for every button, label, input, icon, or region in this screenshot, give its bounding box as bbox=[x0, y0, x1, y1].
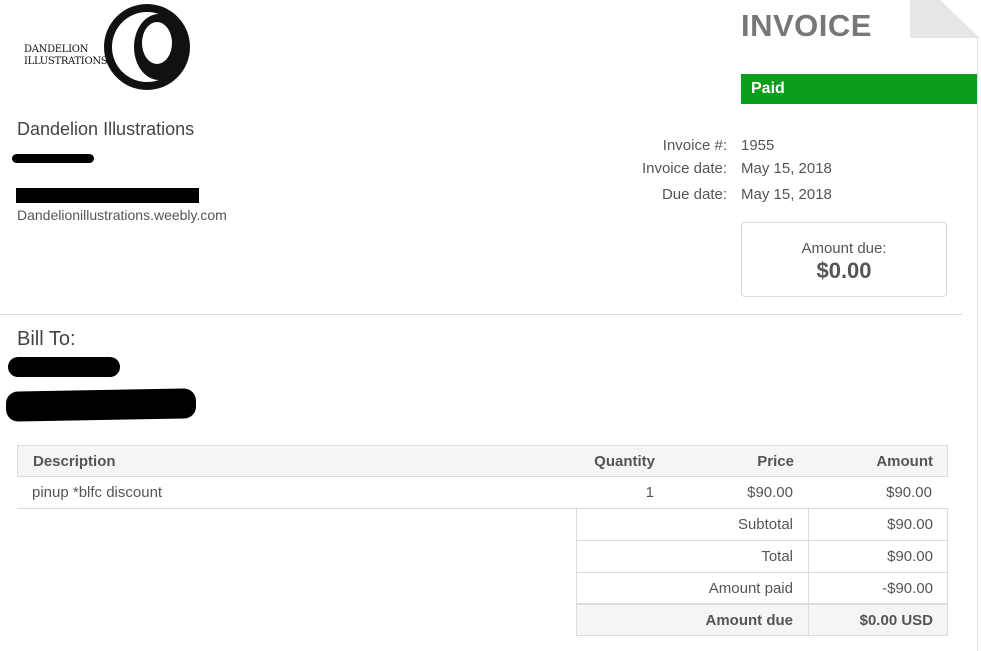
company-logo: DANDELION ILLUSTRATIONS bbox=[22, 4, 192, 90]
item-amount: $90.00 bbox=[886, 484, 932, 501]
item-description: pinup *blfc discount bbox=[32, 484, 163, 501]
invoice-number-value: 1955 bbox=[741, 137, 775, 154]
amount-paid-value: -$90.00 bbox=[882, 580, 933, 597]
total-value: $90.00 bbox=[887, 548, 933, 565]
column-header-amount: Amount bbox=[876, 453, 933, 470]
redaction-mark bbox=[5, 388, 197, 422]
amount-due-value: $0.00 bbox=[816, 258, 872, 283]
final-amount-due-label: Amount due bbox=[705, 612, 794, 629]
logo-text-line1: DANDELION bbox=[24, 44, 89, 55]
bill-to-label: Bill To: bbox=[17, 328, 76, 350]
final-amount-due-value: $0.00 USD bbox=[859, 612, 933, 629]
page-edge bbox=[977, 38, 978, 651]
due-date-label: Due date: bbox=[661, 186, 727, 203]
summary-row-amount-due: Amount due $0.00 USD bbox=[576, 604, 948, 636]
summary-row-total: Total $90.00 bbox=[576, 541, 948, 573]
summary-row-subtotal: Subtotal $90.00 bbox=[576, 509, 948, 541]
column-header-description: Description bbox=[33, 453, 116, 470]
table-row: pinup *blfc discount 1 $90.00 $90.00 bbox=[17, 477, 948, 509]
item-quantity: 1 bbox=[645, 484, 654, 501]
due-date-value: May 15, 2018 bbox=[741, 186, 832, 203]
invoice-date-label: Invoice date: bbox=[641, 160, 727, 177]
subtotal-value: $90.00 bbox=[887, 516, 933, 533]
paid-status-badge: Paid bbox=[741, 74, 977, 104]
logo-text-line2: ILLUSTRATIONS bbox=[24, 56, 108, 67]
column-header-price: Price bbox=[757, 453, 794, 470]
item-price: $90.00 bbox=[747, 484, 793, 501]
lion-emblem-icon bbox=[104, 4, 190, 90]
column-header-quantity: Quantity bbox=[594, 453, 655, 470]
summary-row-amount-paid: Amount paid -$90.00 bbox=[576, 573, 948, 604]
total-label: Total bbox=[761, 548, 793, 565]
company-website: Dandelionillustrations.weebly.com bbox=[17, 207, 227, 223]
redaction-mark bbox=[12, 154, 94, 163]
table-header-row: Description Quantity Price Amount bbox=[17, 445, 948, 477]
redaction-mark bbox=[16, 188, 199, 203]
invoice-date-value: May 15, 2018 bbox=[741, 160, 832, 177]
subtotal-label: Subtotal bbox=[737, 516, 793, 533]
amount-paid-label: Amount paid bbox=[708, 580, 793, 597]
redaction-mark bbox=[8, 357, 120, 377]
section-divider bbox=[0, 314, 962, 315]
amount-due-box: Amount due: $0.00 bbox=[741, 222, 947, 297]
company-name: Dandelion Illustrations bbox=[17, 119, 195, 139]
page-curl-fold bbox=[940, 0, 980, 38]
invoice-title: INVOICE bbox=[741, 8, 872, 43]
invoice-number-label: Invoice #: bbox=[662, 137, 727, 154]
amount-due-label: Amount due: bbox=[801, 240, 887, 257]
